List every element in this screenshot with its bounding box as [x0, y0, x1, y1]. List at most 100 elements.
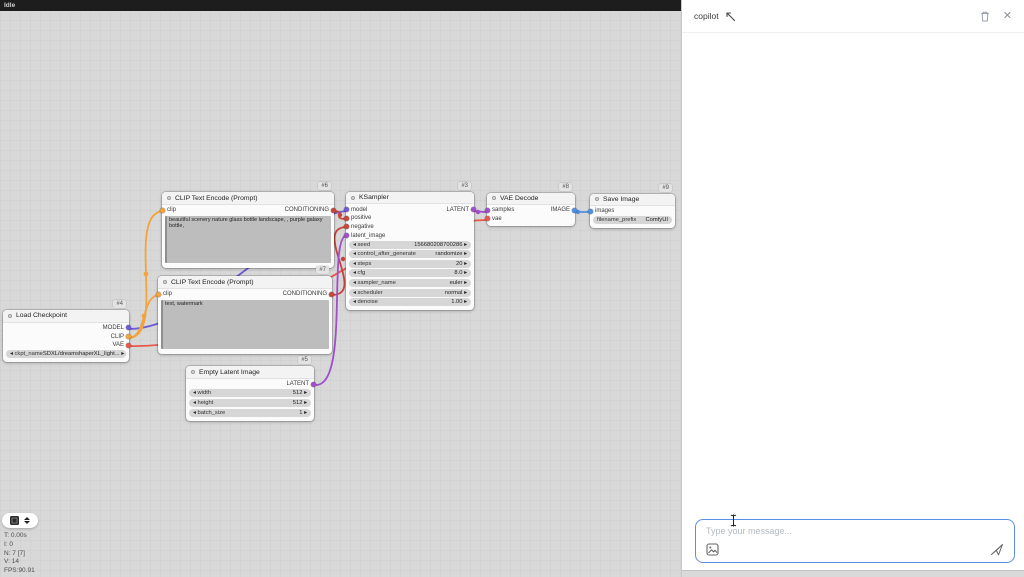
node-id-badge: #6 [318, 182, 331, 190]
collapse-dot-icon[interactable] [163, 280, 167, 284]
negative-input-slot[interactable]: negative [344, 224, 374, 230]
stat-line: FPS:90.91 [4, 567, 35, 576]
clip-input-slot[interactable]: clip [156, 291, 172, 297]
node-id-badge: #9 [659, 184, 672, 192]
CONDITIONING-output-slot[interactable]: CONDITIONING [285, 207, 336, 213]
collapse-dot-icon[interactable] [595, 197, 599, 201]
CLIP-output-slot[interactable]: CLIP [111, 334, 131, 340]
conditioning-slot-dot[interactable] [344, 224, 349, 229]
close-icon[interactable]: ✕ [1003, 11, 1012, 22]
node-clip-text-encode-positive[interactable]: #6 CLIP Text Encode (Prompt) clipCONDITI… [162, 192, 334, 268]
node-title-bar[interactable]: KSampler [346, 192, 474, 204]
latent-slot-dot[interactable] [485, 208, 490, 213]
link-wires [0, 0, 681, 577]
vae-slot-dot[interactable] [126, 343, 131, 348]
link-dot [144, 272, 149, 277]
clip-slot-dot[interactable] [126, 334, 131, 339]
status-text: Idle [4, 2, 15, 9]
collapse-dot-icon[interactable] [191, 370, 195, 374]
latent_image-input-slot[interactable]: latent_image [344, 233, 385, 239]
images-input-slot[interactable]: images [588, 208, 614, 214]
attach-image-icon[interactable] [706, 543, 719, 556]
widget-filename_prefix[interactable]: filename_prefixComfyUI [593, 216, 672, 224]
slot-label: clip [163, 291, 172, 297]
collapse-dot-icon[interactable] [492, 196, 496, 200]
positive-input-slot[interactable]: positive [344, 215, 371, 221]
app-root: Idle #4 Load Checkpoint MODELCLIPVAE◂ ck… [0, 0, 1024, 577]
collapse-dot-icon[interactable] [167, 196, 171, 200]
image-slot-dot[interactable] [572, 208, 577, 213]
model-slot-dot[interactable] [126, 325, 131, 330]
image-slot-dot[interactable] [588, 209, 593, 214]
trash-icon[interactable] [979, 10, 991, 23]
node-title: VAE Decode [500, 195, 538, 202]
slot-label: model [351, 207, 367, 213]
widget-ckpt_name[interactable]: ◂ ckpt_nameSDXL/dreamshaperXL_light... ▸ [6, 350, 126, 358]
node-id-badge: #5 [298, 356, 311, 364]
slot-label: clip [167, 207, 176, 213]
node-empty-latent-image[interactable]: #5 Empty Latent Image LATENT◂ width512 ▸… [186, 366, 314, 421]
chat-input[interactable]: Type your message... [695, 519, 1015, 563]
CONDITIONING-output-slot[interactable]: CONDITIONING [283, 291, 334, 297]
node-title-bar[interactable]: CLIP Text Encode (Prompt) [158, 276, 332, 289]
node-title: CLIP Text Encode (Prompt) [171, 279, 253, 286]
LATENT-output-slot[interactable]: LATENT [446, 207, 476, 213]
latent-slot-dot[interactable] [311, 382, 316, 387]
clip-input-slot[interactable]: clip [160, 207, 176, 213]
conditioning-slot-dot[interactable] [344, 216, 349, 221]
widget-width[interactable]: ◂ width512 ▸ [189, 389, 311, 397]
prompt-textarea[interactable]: text, watermark [161, 300, 329, 349]
conditioning-slot-dot[interactable] [331, 208, 336, 213]
node-title-bar[interactable]: Save Image [590, 194, 675, 206]
widget-denoise[interactable]: ◂ denoise1.00 ▸ [349, 298, 471, 306]
model-input-slot[interactable]: model [344, 207, 367, 213]
canvas-controls[interactable] [2, 513, 38, 528]
widget-sampler_name[interactable]: ◂ sampler_nameeuler ▸ [349, 279, 471, 287]
widget-seed[interactable]: ◂ seed156680208700286 ▸ [349, 241, 471, 249]
node-clip-text-encode-negative[interactable]: #7 CLIP Text Encode (Prompt) clipCONDITI… [158, 276, 332, 354]
minimap-icon[interactable] [10, 516, 19, 525]
node-load-checkpoint[interactable]: #4 Load Checkpoint MODELCLIPVAE◂ ckpt_na… [3, 310, 129, 362]
slot-label: LATENT [446, 207, 469, 213]
stat-line: V: 14 [4, 558, 35, 567]
node-vae-decode[interactable]: #8 VAE Decode samplesIMAGEvae [487, 193, 575, 226]
graph-canvas[interactable]: Idle #4 Load Checkpoint MODELCLIPVAE◂ ck… [0, 0, 681, 577]
vae-slot-dot[interactable] [485, 216, 490, 221]
collapse-dot-icon[interactable] [351, 196, 355, 200]
widget-cfg[interactable]: ◂ cfg8.0 ▸ [349, 269, 471, 277]
samples-input-slot[interactable]: samples [485, 207, 514, 213]
widget-control_after_generate[interactable]: ◂ control_after_generaterandomize ▸ [349, 250, 471, 258]
node-save-image[interactable]: #9 Save Image imagesfilename_prefixComfy… [590, 194, 675, 228]
collapse-dot-icon[interactable] [8, 314, 12, 318]
widget-steps[interactable]: ◂ steps20 ▸ [349, 260, 471, 268]
widget-scheduler[interactable]: ◂ schedulernormal ▸ [349, 289, 471, 297]
clip-slot-dot[interactable] [160, 208, 165, 213]
send-icon[interactable] [990, 543, 1004, 556]
MODEL-output-slot[interactable]: MODEL [103, 325, 131, 331]
widget-batch_size[interactable]: ◂ batch_size1 ▸ [189, 409, 311, 417]
node-title-bar[interactable]: Load Checkpoint [3, 310, 129, 323]
node-id-badge: #3 [458, 182, 471, 190]
vae-input-slot[interactable]: vae [485, 216, 502, 222]
slot-label: negative [351, 224, 374, 230]
node-title-bar[interactable]: VAE Decode [487, 193, 575, 205]
panel-footer-strip [682, 570, 1024, 577]
arrows-up-down-icon[interactable] [24, 517, 30, 524]
text-cursor [729, 514, 738, 532]
LATENT-output-slot[interactable]: LATENT [286, 381, 316, 387]
prompt-textarea[interactable]: beautiful scenery nature glass bottle la… [165, 216, 331, 263]
widget-height[interactable]: ◂ height512 ▸ [189, 399, 311, 407]
model-slot-dot[interactable] [344, 207, 349, 212]
node-title-bar[interactable]: CLIP Text Encode (Prompt) [162, 192, 334, 205]
link-dot [341, 257, 345, 261]
IMAGE-output-slot[interactable]: IMAGE [551, 207, 577, 213]
latent-slot-dot[interactable] [344, 233, 349, 238]
node-title-bar[interactable]: Empty Latent Image [186, 366, 314, 379]
VAE-output-slot[interactable]: VAE [112, 342, 131, 348]
latent-slot-dot[interactable] [471, 207, 476, 212]
node-id-badge: #8 [559, 183, 572, 191]
copilot-header: copilot ✕ [682, 0, 1024, 33]
clip-slot-dot[interactable] [156, 292, 161, 297]
conditioning-slot-dot[interactable] [329, 292, 334, 297]
node-ksampler[interactable]: #3 KSampler modelLATENTpositivenegativel… [346, 192, 474, 310]
